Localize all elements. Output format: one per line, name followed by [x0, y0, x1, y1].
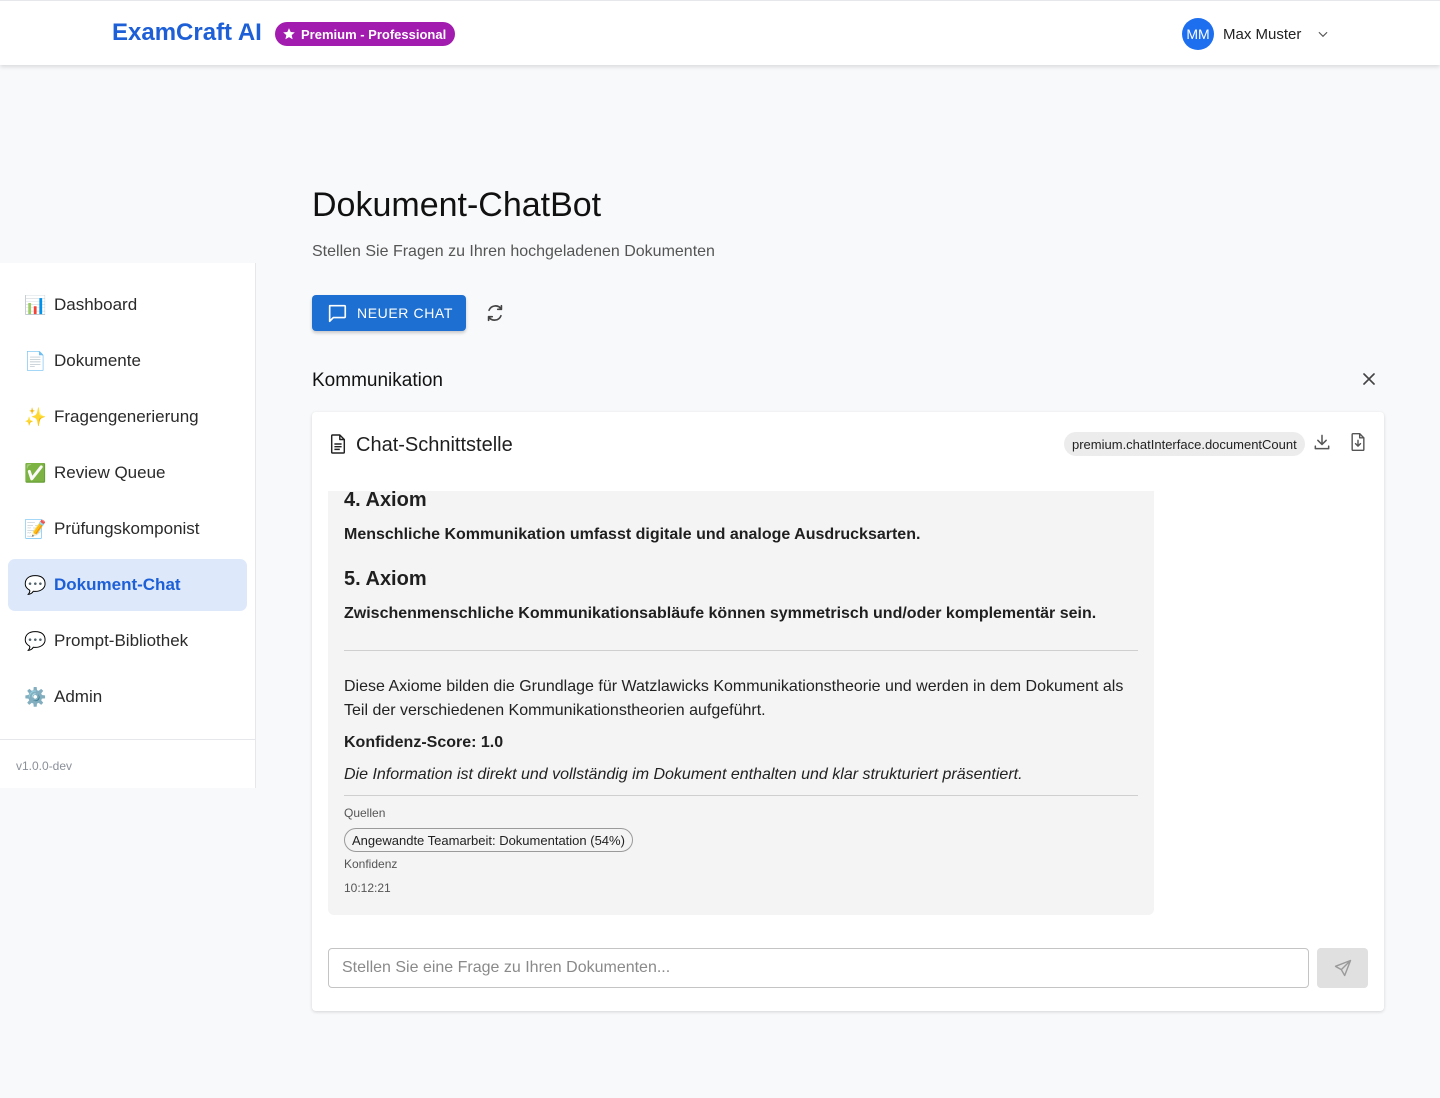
send-button[interactable] [1317, 948, 1368, 988]
sidebar-item-pruefungskomponist[interactable]: 📝 Prüfungskomponist [8, 503, 247, 555]
sidebar-divider [0, 739, 255, 740]
meta-divider [344, 795, 1138, 796]
sidebar-item-label: Prüfungskomponist [54, 519, 200, 538]
sidebar-item-label: Dokumente [54, 351, 141, 370]
message-divider [344, 650, 1138, 651]
axiom-4-heading: 4. Axiom [344, 491, 427, 511]
confidence-label: Konfidenz [344, 857, 398, 871]
sidebar-item-label: Prompt-Bibliothek [54, 631, 189, 650]
sidebar-item-fragengenerierung[interactable]: ✨ Fragengenerierung [8, 391, 247, 443]
avatar[interactable]: MM [1182, 18, 1214, 50]
sidebar-item-label: Fragengenerierung [54, 407, 199, 426]
page-subtitle: Stellen Sie Fragen zu Ihren hochgeladene… [312, 243, 715, 260]
gear-icon: ⚙️ [24, 687, 47, 707]
chat-card: Chat-Schnittstelle premium.chatInterface… [312, 412, 1384, 1011]
confidence-note: Die Information ist direkt und vollständ… [344, 766, 1023, 783]
assistant-message: 4. Axiom Menschliche Kommunikation umfas… [328, 491, 1154, 915]
source-chip[interactable]: Angewandte Teamarbeit: Dokumentation (54… [344, 828, 633, 852]
speech-bubble-icon: 💬 [24, 631, 47, 651]
checkmark-icon: ✅ [24, 463, 47, 483]
memo-icon: 📝 [24, 519, 47, 539]
sidebar-item-label: Admin [54, 687, 103, 706]
premium-badge-label: Premium - Professional [301, 26, 447, 42]
new-chat-button[interactable]: NEUER CHAT [312, 295, 466, 331]
sparkles-icon: ✨ [24, 407, 47, 427]
send-icon [1334, 959, 1351, 977]
speech-bubble-icon: 💬 [24, 575, 47, 595]
sidebar-item-prompt-bibliothek[interactable]: 💬 Prompt-Bibliothek [8, 615, 247, 667]
axiom-4-text: Menschliche Kommunikation umfasst digita… [344, 526, 921, 543]
chat-input[interactable] [328, 948, 1309, 988]
sidebar-item-admin[interactable]: ⚙️ Admin [8, 671, 247, 723]
axiom-5-heading: 5. Axiom [344, 568, 427, 590]
section-title: Kommunikation [312, 370, 443, 391]
message-summary: Diese Axiome bilden die Grundlage für Wa… [344, 678, 1124, 719]
axiom-5-text: Zwischenmenschliche Kommunikationsabläuf… [344, 605, 1097, 622]
refresh-icon[interactable] [484, 302, 506, 324]
new-chat-label: NEUER CHAT [357, 305, 453, 321]
sidebar-item-dokumente[interactable]: 📄 Dokumente [8, 335, 247, 387]
sidebar-item-dashboard[interactable]: 📊 Dashboard [8, 279, 247, 331]
document-count-chip: premium.chatInterface.documentCount [1064, 432, 1305, 456]
sidebar-item-label: Review Queue [54, 463, 166, 482]
star-icon [283, 28, 295, 40]
document-icon: 📄 [24, 351, 47, 371]
premium-badge: Premium - Professional [275, 22, 456, 46]
top-app-bar: ExamCraft AI Premium - Professional MM M… [0, 0, 1440, 65]
confidence-score: Konfidenz-Score: 1.0 [344, 734, 504, 751]
sidebar-item-review-queue[interactable]: ✅ Review Queue [8, 447, 247, 499]
close-icon[interactable] [1359, 369, 1379, 389]
bar-chart-icon: 📊 [24, 295, 47, 315]
chevron-down-icon[interactable] [1316, 27, 1330, 41]
sources-label: Quellen [344, 806, 386, 820]
sidebar: 📊 Dashboard 📄 Dokumente ✨ Fragengenerier… [0, 263, 256, 788]
chat-icon [328, 304, 347, 323]
message-timestamp: 10:12:21 [344, 881, 391, 895]
file-download-icon[interactable] [1348, 432, 1368, 452]
download-icon[interactable] [1312, 432, 1332, 452]
version-label: v1.0.0-dev [16, 759, 73, 773]
document-icon [330, 434, 346, 454]
user-menu[interactable]: MM Max Muster [1182, 18, 1330, 50]
sidebar-item-dokument-chat[interactable]: 💬 Dokument-Chat [8, 559, 247, 611]
sidebar-item-label: Dashboard [54, 295, 138, 314]
chat-title: Chat-Schnittstelle [356, 434, 513, 456]
user-name[interactable]: Max Muster [1223, 26, 1301, 43]
page-title: Dokument-ChatBot [312, 186, 602, 224]
brand-logo[interactable]: ExamCraft AI [112, 19, 262, 47]
sidebar-item-label: Dokument-Chat [54, 575, 181, 594]
